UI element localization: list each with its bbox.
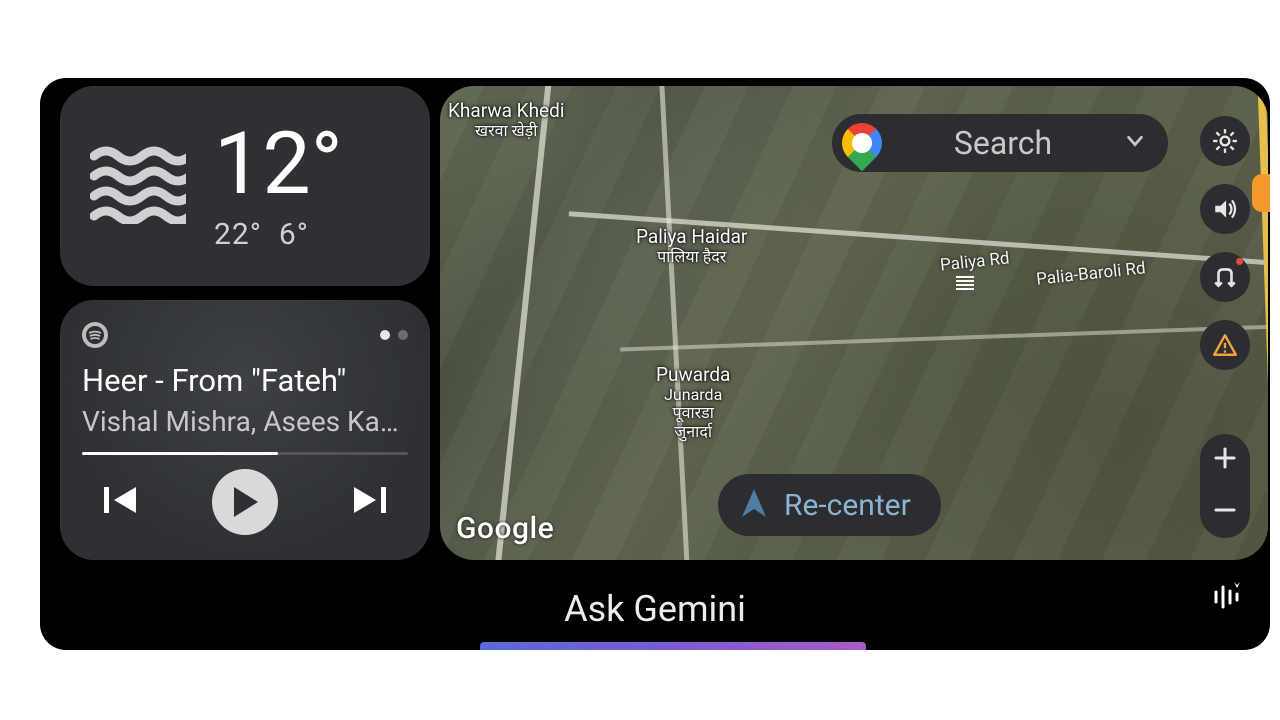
search-label: Search (900, 124, 1106, 162)
assistant-bar[interactable]: Ask Gemini (40, 568, 1270, 650)
map-road-label: Paliya Rd (939, 248, 1010, 275)
maps-pin-icon (834, 115, 891, 172)
map-panel[interactable]: Kharwa Khediखरवा खेड़ी Paliya Haidarपालिय… (440, 86, 1268, 560)
assistant-prompt: Ask Gemini (564, 588, 746, 630)
map-place-label: Kharwa Khediखरवा खेड़ी (448, 100, 564, 140)
track-artist: Vishal Mishra, Asees Kaur,... (82, 405, 408, 438)
recenter-label: Re-center (784, 488, 911, 523)
report-hazard-button[interactable] (1200, 320, 1250, 370)
assistant-glow (480, 642, 866, 650)
map-road (620, 324, 1268, 351)
temp-current: 12° (214, 121, 343, 207)
fog-icon (90, 144, 186, 228)
map-place-label: PuwardaJunardaपूवारडाजुनार्दा (656, 364, 730, 441)
volume-button[interactable] (1200, 184, 1250, 234)
recenter-button[interactable]: Re-center (718, 474, 941, 536)
map-place-label: Paliya Haidarपालिया हैदर (636, 226, 747, 266)
previous-button[interactable] (102, 481, 142, 523)
weather-temps: 12° 22° 6° (214, 121, 343, 252)
navigation-cursor-icon (740, 487, 768, 523)
music-card[interactable]: Heer - From "Fateh" Vishal Mishra, Asees… (60, 300, 430, 560)
search-pill[interactable]: Search (832, 114, 1168, 172)
side-notch (1252, 174, 1270, 212)
progress-fill (82, 452, 278, 455)
progress-bar[interactable] (82, 452, 408, 455)
zoom-controls (1200, 434, 1250, 538)
track-title: Heer - From "Fateh" (82, 362, 408, 399)
voice-waveform-icon[interactable] (1208, 580, 1242, 618)
car-dashboard: 12° 22° 6° Heer - From "Fateh" Vishal Mi… (40, 78, 1270, 650)
map-road (658, 86, 690, 560)
spotify-icon (82, 322, 108, 348)
pager-dots (380, 330, 408, 340)
zoom-in-button[interactable] (1214, 446, 1236, 474)
next-button[interactable] (348, 481, 388, 523)
settings-button[interactable] (1200, 116, 1250, 166)
google-logo: Google (456, 511, 554, 546)
notification-dot (1236, 258, 1243, 265)
play-button[interactable] (212, 469, 278, 535)
weather-card[interactable]: 12° 22° 6° (60, 86, 430, 286)
road-marker-icon (956, 276, 974, 290)
chevron-down-icon[interactable] (1124, 130, 1146, 156)
temp-high: 22° (214, 217, 262, 252)
map-highway (1257, 86, 1268, 560)
route-button[interactable] (1200, 252, 1250, 302)
zoom-out-button[interactable] (1214, 498, 1236, 526)
pager-dot (398, 330, 408, 340)
map-road (493, 86, 553, 560)
map-road-label: Palia-Baroli Rd (1035, 258, 1146, 289)
temp-low: 6° (279, 217, 309, 252)
pager-dot (380, 330, 390, 340)
